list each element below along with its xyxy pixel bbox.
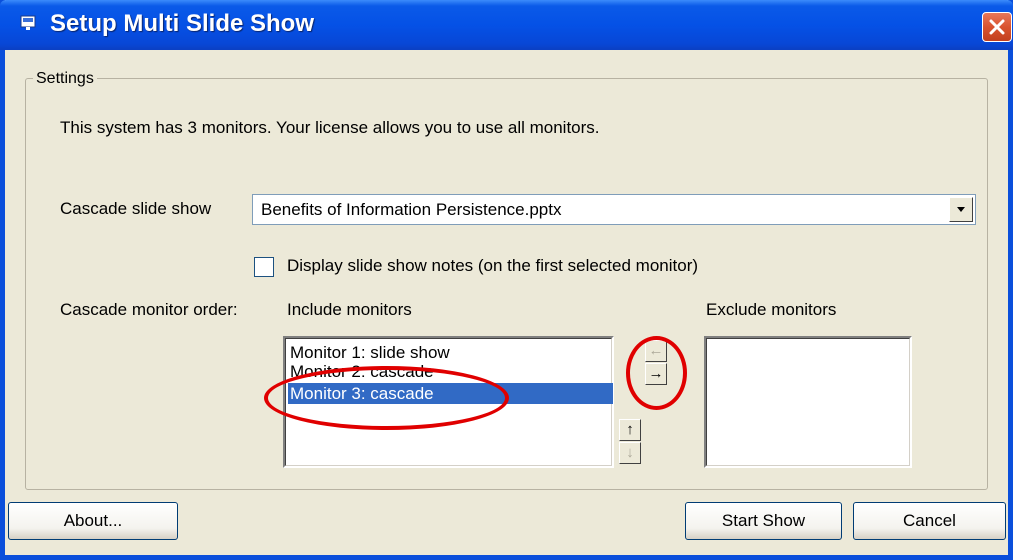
exclude-monitors-list[interactable] xyxy=(704,336,912,468)
cascade-show-label: Cascade slide show xyxy=(60,199,212,218)
move-up-button[interactable]: ↑ xyxy=(619,419,641,441)
start-show-button[interactable]: Start Show xyxy=(685,502,842,540)
cascade-show-value: Benefits of Information Persistence.pptx xyxy=(261,200,562,219)
highlight-annotation xyxy=(626,336,687,410)
app-icon xyxy=(20,15,36,30)
cascade-order-label: Cascade monitor order: xyxy=(60,300,238,319)
include-monitors-label: Include monitors xyxy=(287,300,412,319)
close-button[interactable] xyxy=(982,12,1012,42)
about-button[interactable]: About... xyxy=(8,502,178,540)
highlight-annotation xyxy=(264,366,509,430)
cascade-show-select[interactable]: Benefits of Information Persistence.pptx xyxy=(252,194,976,225)
title-bar[interactable]: Setup Multi Slide Show xyxy=(0,0,1013,50)
monitor-info-text: This system has 3 monitors. Your license… xyxy=(60,118,600,137)
notes-checkbox-label[interactable]: Display slide show notes (on the first s… xyxy=(287,256,698,276)
close-icon xyxy=(989,19,1005,35)
cancel-button[interactable]: Cancel xyxy=(853,502,1006,540)
exclude-monitors-label: Exclude monitors xyxy=(706,300,837,319)
notes-checkbox[interactable] xyxy=(254,257,274,277)
dropdown-button[interactable] xyxy=(949,197,973,222)
move-down-button[interactable]: ↓ xyxy=(619,442,641,464)
window-title: Setup Multi Slide Show xyxy=(50,10,314,37)
list-item[interactable]: Monitor 1: slide show xyxy=(288,342,450,363)
settings-group-label: Settings xyxy=(33,70,97,88)
chevron-down-icon xyxy=(957,207,965,212)
